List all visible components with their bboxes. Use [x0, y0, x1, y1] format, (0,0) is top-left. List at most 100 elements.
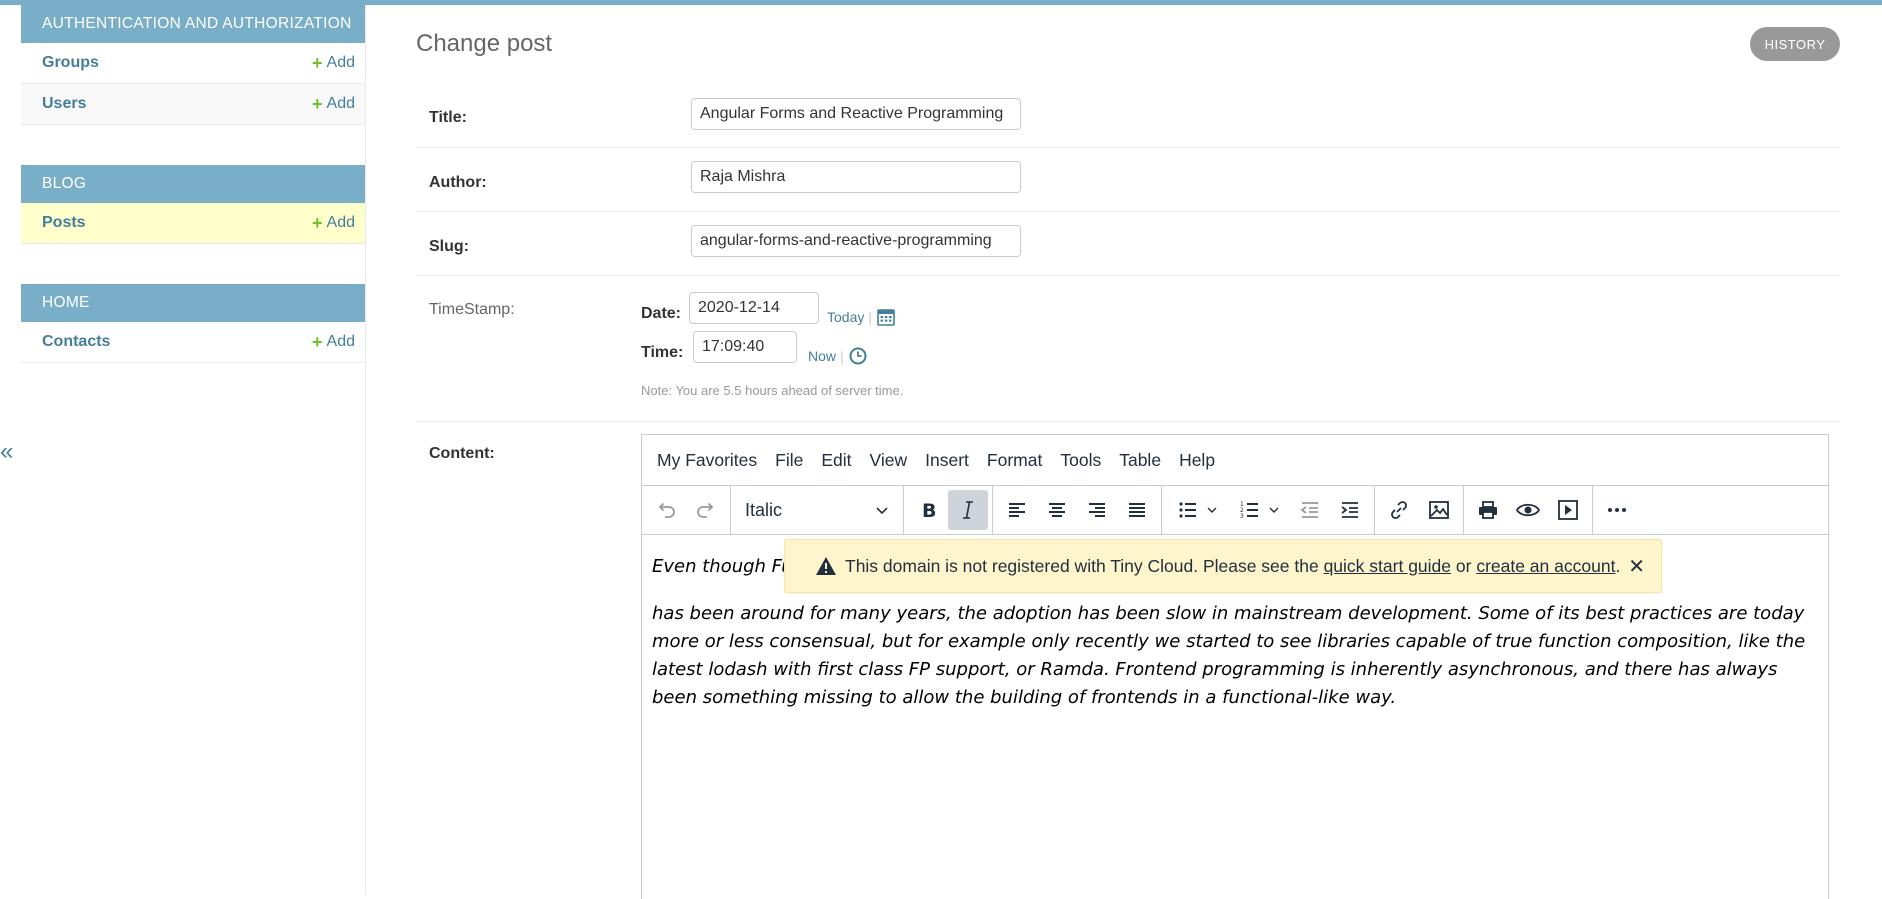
add-post-link[interactable]: + Add: [312, 214, 355, 232]
more-button[interactable]: [1597, 490, 1637, 530]
sidebar-item-groups: Groups + Add: [21, 43, 365, 84]
numbered-list-button[interactable]: 123: [1228, 490, 1290, 530]
separator: |: [868, 309, 872, 325]
quick-start-guide-link[interactable]: quick start guide: [1324, 556, 1451, 576]
list-group: 123: [1162, 486, 1375, 534]
menu-table[interactable]: Table: [1110, 450, 1170, 471]
title-input[interactable]: Angular Forms and Reactive Programming: [691, 98, 1021, 130]
sidebar-collapse-toggle[interactable]: «: [0, 440, 13, 464]
block-format-value: Italic: [745, 499, 783, 520]
date-shortcuts: Today |: [827, 307, 896, 327]
indent-icon: [1341, 502, 1358, 518]
add-contact-link[interactable]: + Add: [312, 333, 355, 351]
undo-button[interactable]: [646, 490, 686, 530]
calendar-icon[interactable]: [876, 307, 896, 327]
notice-text: This domain is not registered with Tiny …: [845, 556, 1620, 577]
title-label: Title:: [429, 109, 467, 126]
add-group-link[interactable]: + Add: [312, 54, 355, 72]
menu-view[interactable]: View: [861, 450, 917, 471]
svg-text:3: 3: [1240, 513, 1244, 520]
sidebar-link-users[interactable]: Users: [42, 95, 86, 113]
section-header-home[interactable]: Home: [21, 284, 365, 322]
clock-icon[interactable]: [848, 346, 868, 366]
tools-group: [1464, 486, 1593, 534]
add-user-link[interactable]: + Add: [312, 95, 355, 113]
add-label: Add: [326, 54, 355, 71]
sidebar-link-contacts[interactable]: Contacts: [42, 333, 110, 351]
section-header-blog[interactable]: Blog: [21, 165, 365, 203]
notice-text-mid: or: [1451, 555, 1477, 576]
form-row-author: Author: Raja Mishra: [416, 147, 1840, 212]
time-shortcuts: Now |: [808, 346, 868, 366]
author-label: Author:: [429, 174, 487, 191]
now-link[interactable]: Now: [808, 348, 836, 364]
content-paragraph: has been around for many years, the adop…: [652, 603, 1806, 708]
bullet-list-button[interactable]: [1166, 490, 1228, 530]
tiny-domain-notice: This domain is not registered with Tiny …: [784, 539, 1662, 593]
eye-icon: [1515, 503, 1541, 517]
outdent-button[interactable]: [1290, 490, 1330, 530]
sidebar-link-posts[interactable]: Posts: [42, 214, 86, 232]
redo-button[interactable]: [686, 490, 726, 530]
align-right-button[interactable]: [1077, 490, 1117, 530]
menu-my-favorites[interactable]: My Favorites: [648, 450, 766, 471]
text-style-group: B: [904, 486, 993, 534]
close-icon[interactable]: ✕: [1628, 554, 1645, 579]
italic-button[interactable]: [948, 490, 988, 530]
align-center-button[interactable]: [1037, 490, 1077, 530]
align-right-icon: [1089, 503, 1105, 517]
italic-icon: [963, 501, 973, 519]
align-left-button[interactable]: [997, 490, 1037, 530]
print-button[interactable]: [1468, 490, 1508, 530]
sidebar-item-contacts: Contacts + Add: [21, 322, 365, 363]
editor-toolbar: Italic B 1 2 3: [642, 486, 1828, 535]
editor-menubar: My Favorites File Edit View Insert Forma…: [642, 435, 1828, 486]
chevron-down-icon: [876, 507, 888, 515]
svg-text:B: B: [922, 500, 936, 522]
insert-group: [1375, 486, 1464, 534]
menu-insert[interactable]: Insert: [916, 450, 978, 471]
history-group: [642, 486, 731, 534]
bullet-list-icon: [1179, 502, 1196, 518]
notice-text-after: .: [1615, 555, 1621, 576]
bold-button[interactable]: B: [908, 490, 948, 530]
author-select[interactable]: Raja Mishra: [691, 161, 1021, 193]
menu-help[interactable]: Help: [1170, 450, 1224, 471]
add-label: Add: [326, 333, 355, 350]
sidebar-link-groups[interactable]: Groups: [42, 54, 99, 72]
align-left-icon: [1009, 503, 1025, 517]
rich-text-editor: My Favorites File Edit View Insert Forma…: [641, 434, 1829, 899]
create-account-link[interactable]: create an account: [1476, 556, 1615, 576]
insert-image-button[interactable]: [1419, 490, 1459, 530]
menu-edit[interactable]: Edit: [812, 450, 860, 471]
form-row-title: Title: Angular Forms and Reactive Progra…: [416, 83, 1840, 148]
align-center-icon: [1049, 503, 1065, 517]
chevron-down-icon: [1269, 507, 1279, 513]
menu-tools[interactable]: Tools: [1051, 450, 1110, 471]
menu-file[interactable]: File: [766, 450, 812, 471]
insert-link-button[interactable]: [1379, 490, 1419, 530]
block-format-select[interactable]: Italic: [735, 490, 899, 530]
plus-icon: +: [312, 53, 323, 73]
media-button[interactable]: [1548, 490, 1588, 530]
numbered-list-icon: 123: [1240, 501, 1258, 520]
preview-button[interactable]: [1508, 490, 1548, 530]
align-justify-icon: [1129, 503, 1145, 517]
history-button[interactable]: HISTORY: [1750, 27, 1840, 61]
slug-label: Slug:: [429, 238, 469, 255]
menu-format[interactable]: Format: [978, 450, 1051, 471]
section-header-auth[interactable]: Authentication and Authorization: [21, 5, 365, 43]
slug-input[interactable]: angular-forms-and-reactive-programming: [691, 225, 1021, 257]
time-input[interactable]: 17:09:40: [693, 331, 797, 363]
timestamp-label: TimeStamp:: [429, 301, 515, 318]
date-input[interactable]: 2020-12-14: [689, 292, 819, 324]
warning-icon: [815, 556, 837, 576]
video-icon: [1558, 500, 1578, 520]
image-icon: [1429, 501, 1449, 519]
indent-button[interactable]: [1330, 490, 1370, 530]
timezone-note: Note: You are 5.5 hours ahead of server …: [641, 383, 904, 398]
plus-icon: +: [312, 94, 323, 114]
bold-icon: B: [922, 500, 936, 522]
align-justify-button[interactable]: [1117, 490, 1157, 530]
today-link[interactable]: Today: [827, 309, 864, 325]
